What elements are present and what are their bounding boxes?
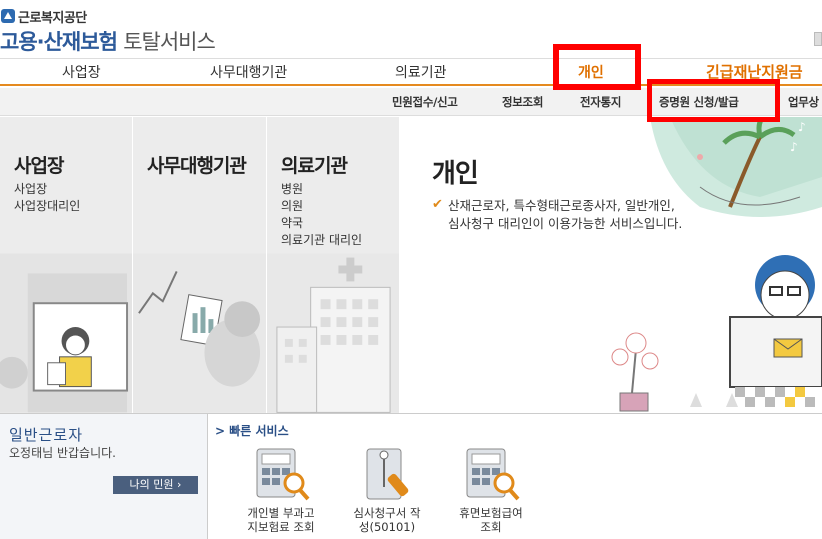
- user-greeting: 오정태님 반갑습니다.: [9, 446, 116, 460]
- quick-service-title: > 빠른 서비스: [215, 424, 289, 438]
- my-complaint-label: 나의 민원: [129, 478, 174, 491]
- hospital-illustration: [267, 253, 399, 413]
- svg-text:♪: ♪: [790, 140, 798, 154]
- svg-text:♪: ♪: [798, 120, 806, 134]
- document-pen-icon: [366, 448, 409, 500]
- service-title-main: 고용·산재보험: [0, 30, 118, 54]
- chevron-right-icon: ›: [177, 478, 182, 491]
- link-pharmacy[interactable]: 약국: [281, 215, 362, 232]
- quick-label: 개인별 부과고 지보험료 조회: [247, 506, 315, 534]
- personal-desc-line1: 산재근로자, 특수형태근로종사자, 일반개인,: [448, 198, 675, 213]
- personal-desc-line2: 심사청구 대리인이 이용가능한 서비스입니다.: [448, 216, 683, 231]
- subnav-complaint-report[interactable]: 민원접수/신고: [392, 94, 458, 110]
- panel-agency[interactable]: 사무대행기관: [133, 117, 267, 413]
- calculator-search-icon: [256, 448, 310, 501]
- quick-label: 심사청구서 작 성(50101): [353, 506, 421, 534]
- quick-item-appeal-form[interactable]: 심사청구서 작 성(50101): [337, 447, 437, 534]
- panel-workplace[interactable]: 사업장 사업장 사업장대리인: [0, 117, 133, 413]
- panel-links-workplace: 사업장 사업장대리인: [14, 181, 80, 215]
- subnav-e-notice[interactable]: 전자통지: [580, 94, 621, 110]
- org-name[interactable]: 근로복지공단: [18, 7, 87, 26]
- agency-illustration: [133, 253, 266, 413]
- link-clinic[interactable]: 의원: [281, 198, 362, 215]
- link-medical-agent[interactable]: 의료기관 대리인: [281, 232, 362, 249]
- nav-agency[interactable]: 사무대행기관: [210, 62, 287, 82]
- check-icon: ✔: [432, 197, 443, 212]
- highlight-box-personal: [553, 44, 641, 90]
- panel-title-workplace: 사업장: [14, 155, 64, 177]
- my-complaint-button[interactable]: 나의 민원 ›: [113, 476, 198, 494]
- panel-links-medical: 병원 의원 약국 의료기관 대리인: [281, 181, 362, 249]
- link-workplace-agent[interactable]: 사업장대리인: [14, 198, 80, 215]
- quick-item-dormant-benefit[interactable]: 휴면보험급여 조회: [441, 447, 541, 534]
- panel-personal[interactable]: ♪ ♪ 개인 ✔ 산재근로자, 특수형태근로종사자, 일반개인, 심사청구 대리…: [400, 117, 822, 413]
- calculator-search-icon: [466, 448, 520, 501]
- site-header: 근로복지공단 고용·산재보험 토탈서비스: [0, 0, 822, 58]
- panel-title-medical: 의료기관: [281, 155, 348, 177]
- panel-medical[interactable]: 의료기관 병원 의원 약국 의료기관 대리인: [267, 117, 400, 413]
- quick-label: 휴면보험급여 조회: [459, 506, 523, 534]
- corner-tab[interactable]: [814, 32, 822, 46]
- link-hospital[interactable]: 병원: [281, 181, 362, 198]
- service-title[interactable]: 고용·산재보험 토탈서비스: [0, 26, 216, 56]
- service-title-sub: 토탈서비스: [123, 30, 216, 54]
- panel-title-agency: 사무대행기관: [147, 155, 247, 177]
- user-box: 일반근로자 오정태님 반갑습니다. 나의 민원 ›: [0, 414, 208, 539]
- link-workplace[interactable]: 사업장: [14, 181, 80, 198]
- subnav-info-inquiry[interactable]: 정보조회: [502, 94, 543, 110]
- highlight-box-certificate: [647, 79, 780, 122]
- bottom-area: 일반근로자 오정태님 반갑습니다. 나의 민원 › > 빠른 서비스 개인별 부…: [0, 413, 822, 539]
- nav-workplace[interactable]: 사업장: [62, 62, 101, 82]
- workplace-illustration: [0, 253, 132, 413]
- personal-description: 산재근로자, 특수형태근로종사자, 일반개인, 심사청구 대리인이 이용가능한 …: [448, 197, 682, 233]
- subnav-occupational[interactable]: 업무상: [788, 94, 819, 110]
- kcomwel-logo-icon[interactable]: [0, 8, 16, 24]
- personal-title: 개인: [432, 159, 479, 189]
- nav-medical[interactable]: 의료기관: [395, 62, 447, 82]
- quick-item-premium-inquiry[interactable]: 개인별 부과고 지보험료 조회: [231, 447, 331, 534]
- user-type: 일반근로자: [9, 426, 84, 444]
